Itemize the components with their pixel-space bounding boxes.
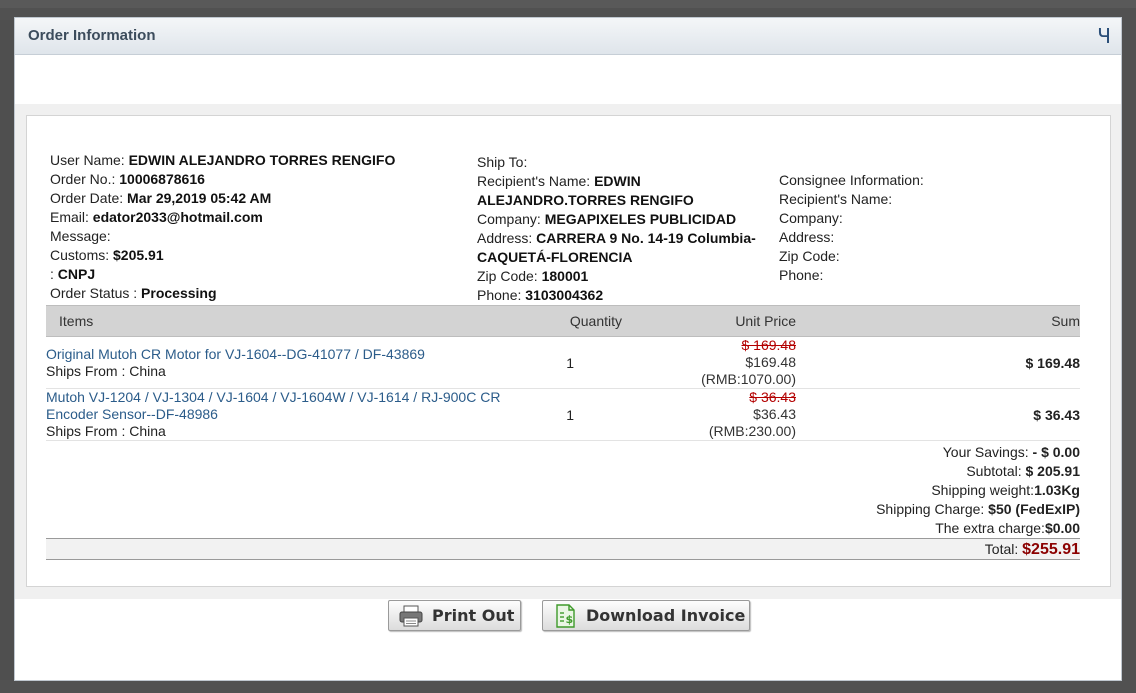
grand-total: Total: $255.91 — [46, 538, 1080, 560]
rmb-price: (RMB:1070.00) — [701, 371, 796, 387]
table-row: Mutoh VJ-1204 / VJ-1304 / VJ-1604 / VJ-1… — [46, 388, 1080, 441]
item-sum: $ 36.43 — [796, 388, 1080, 441]
subtotal-value: $ 205.91 — [1025, 463, 1081, 479]
table-row: Original Mutoh CR Motor for VJ-1604--DG-… — [46, 336, 1080, 389]
shipping-weight-value: 1.03Kg — [1034, 482, 1080, 498]
consignee-phone-label: Phone: — [779, 267, 824, 283]
dialog-title: Order Information — [28, 27, 156, 44]
ship-company: MEGAPIXELES PUBLICIDAD — [544, 211, 737, 227]
order-information-dialog: Order Information Ч User Name: EDWIN ALE… — [14, 17, 1122, 681]
download-invoice-button[interactable]: $ Download Invoice — [542, 600, 750, 631]
customs-value: $205.91 — [113, 247, 164, 263]
consignee-company-label: Company: — [779, 210, 843, 226]
header-items: Items — [46, 305, 516, 337]
svg-text:$: $ — [566, 613, 574, 626]
consignee-details: Consignee Information: Recipient's Name:… — [779, 171, 999, 285]
order-totals: Your Savings: - $ 0.00 Subtotal: $ 205.9… — [876, 444, 1081, 536]
ship-to-details: Ship To: Recipient's Name: EDWIN ALEJAND… — [477, 153, 767, 305]
order-card: User Name: EDWIN ALEJANDRO TORRES RENGIF… — [26, 115, 1111, 587]
consignee-zip-label: Zip Code: — [779, 248, 840, 264]
close-icon[interactable]: Ч — [1097, 24, 1111, 48]
item-link[interactable]: Original Mutoh CR Motor for VJ-1604--DG-… — [46, 346, 516, 363]
ships-from: Ships From : China — [46, 362, 166, 379]
cnpj-value: CNPJ — [57, 266, 96, 282]
current-price: $169.48 — [745, 354, 796, 370]
email: edator2033@hotmail.com — [92, 209, 263, 225]
original-price: $ 36.43 — [749, 389, 796, 405]
savings-value: - $ 0.00 — [1032, 444, 1080, 460]
print-out-button[interactable]: Print Out — [388, 600, 521, 631]
order-details: User Name: EDWIN ALEJANDRO TORRES RENGIF… — [50, 152, 396, 301]
user-name: EDWIN ALEJANDRO TORRES RENGIFO — [128, 152, 396, 168]
consignee-heading: Consignee Information: — [779, 172, 924, 188]
invoice-icon: $ — [552, 603, 578, 628]
message-label: Message: — [50, 228, 111, 244]
ships-from: Ships From : China — [46, 423, 166, 439]
item-sum: $ 169.48 — [796, 336, 1080, 389]
extra-charge-value: $0.00 — [1044, 520, 1080, 536]
item-link[interactable]: Mutoh VJ-1204 / VJ-1304 / VJ-1604 / VJ-1… — [46, 389, 516, 423]
order-items-table: Items Quantity Unit Price Sum Original M… — [46, 305, 1080, 441]
printer-icon — [398, 604, 424, 628]
rmb-price: (RMB:230.00) — [708, 423, 796, 439]
item-unit-price: $ 169.48 $169.48 (RMB:1070.00) — [622, 336, 797, 389]
original-price: $ 169.48 — [741, 337, 797, 353]
header-sum: Sum — [796, 305, 1080, 337]
consignee-recipient-label: Recipient's Name: — [779, 191, 893, 207]
order-number: 10006878616 — [119, 171, 205, 187]
item-quantity: 1 — [516, 336, 622, 389]
total-value: $255.91 — [1022, 541, 1080, 558]
shipping-charge-value: $50 (FedExIP) — [988, 501, 1080, 517]
current-price: $36.43 — [753, 406, 796, 422]
table-header-row: Items Quantity Unit Price Sum — [46, 305, 1080, 337]
header-quantity: Quantity — [516, 305, 622, 337]
item-unit-price: $ 36.43 $36.43 (RMB:230.00) — [622, 388, 796, 441]
ship-phone: 3103004362 — [525, 287, 604, 303]
print-out-label: Print Out — [432, 606, 515, 625]
dialog-body: User Name: EDWIN ALEJANDRO TORRES RENGIF… — [15, 104, 1121, 599]
ship-zip: 180001 — [541, 268, 589, 284]
order-date: Mar 29,2019 05:42 AM — [127, 190, 272, 206]
consignee-address-label: Address: — [779, 229, 835, 245]
ship-to-heading: Ship To: — [477, 154, 528, 170]
header-unit-price: Unit Price — [622, 305, 796, 337]
dialog-titlebar: Order Information Ч — [15, 18, 1121, 55]
download-invoice-label: Download Invoice — [586, 606, 746, 625]
order-status: Processing — [141, 285, 217, 301]
item-quantity: 1 — [516, 388, 622, 441]
